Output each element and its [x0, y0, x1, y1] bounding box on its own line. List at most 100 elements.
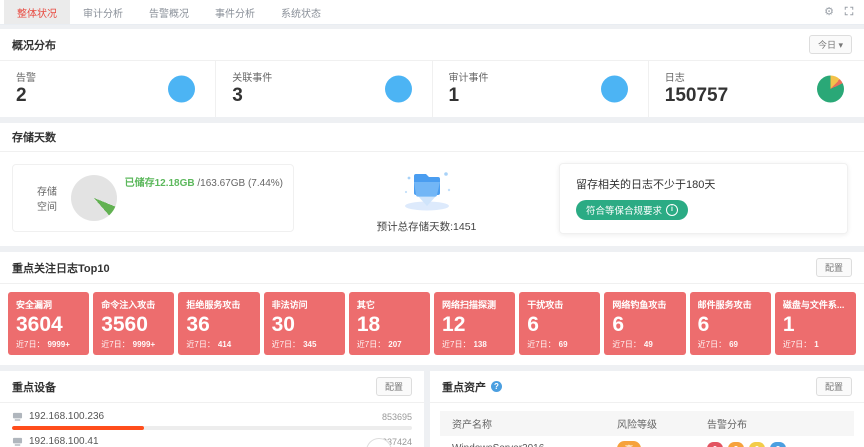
stat-card-correlated-events[interactable]: 关联事件 3 [216, 61, 432, 117]
recent-value: 1 [814, 340, 818, 349]
storage-days-text: 预计总存储天数:1451 [377, 219, 477, 234]
nav-actions: ⚙ [824, 0, 864, 24]
storage-usage-text: 已储存12.18GB /163.67GB (7.44%) [125, 174, 283, 189]
log-card-title: 非法访问 [272, 298, 337, 311]
device-row[interactable]: 192.168.100.236 853695 [12, 405, 412, 430]
storage-total: /163.67GB (7.44%) [195, 178, 283, 189]
recent-label: 近7日： [16, 340, 44, 349]
assets-config-button[interactable]: 配置 [816, 377, 852, 396]
log-card-network-scan[interactable]: 网络扫描探测 12 近7日：138 [434, 292, 515, 355]
alarm-badge-high: 2 [728, 442, 744, 447]
section-top10-logs: 重点关注日志Top10 配置 安全漏洞 3604 近7日：9999+ 命令注入攻… [0, 252, 864, 365]
log-card-security-vuln[interactable]: 安全漏洞 3604 近7日：9999+ [8, 292, 89, 355]
compliance-badge-button[interactable]: 符合等保合规要求 i [576, 200, 688, 220]
risk-badge: 高 [617, 441, 641, 447]
section-storage: 存储天数 存储空间 已储存12.18GB /163.67GB (7.44%) [0, 123, 864, 246]
log-card-value: 18 [357, 313, 422, 337]
log-card-title: 安全漏洞 [16, 298, 81, 311]
log-card-value: 3560 [101, 313, 166, 337]
device-ip: 192.168.100.41 [29, 436, 99, 447]
col-alarm-distribution: 告警分布 [707, 416, 842, 431]
assets-table-header: 资产名称 风险等级 告警分布 [440, 411, 854, 436]
log-card-title: 干扰攻击 [527, 298, 592, 311]
section-key-devices: 重点设备 配置 192.168.100.236 853695 192.168.1… [0, 371, 424, 447]
recent-value: 69 [729, 340, 738, 349]
tab-audit-analysis[interactable]: 审计分析 [70, 0, 136, 24]
devices-config-button[interactable]: 配置 [376, 377, 412, 396]
storage-space-label: 存储空间 [37, 183, 63, 213]
info-icon: i [666, 204, 678, 216]
log-card-disk-file[interactable]: 磁盘与文件系... 1 近7日：1 [775, 292, 856, 355]
stat-card-logs[interactable]: 日志 150757 [649, 61, 864, 117]
top-nav: 整体状况 审计分析 告警概况 事件分析 系统状态 ⚙ [0, 0, 864, 25]
tab-system-status[interactable]: 系统状态 [268, 0, 334, 24]
log-card-title: 网络钓鱼攻击 [612, 298, 677, 311]
top10-cards: 安全漏洞 3604 近7日：9999+ 命令注入攻击 3560 近7日：9999… [0, 284, 864, 365]
storage-space-card: 存储空间 已储存12.18GB /163.67GB (7.44%) [12, 164, 294, 232]
fullscreen-icon[interactable] [844, 6, 854, 19]
tab-overall-status[interactable]: 整体状况 [4, 0, 70, 24]
log-card-value: 36 [186, 313, 251, 337]
log-card-title: 网络扫描探测 [442, 298, 507, 311]
log-card-mail-service[interactable]: 邮件服务攻击 6 近7日：69 [690, 292, 771, 355]
col-risk-level: 风险等级 [617, 416, 707, 431]
log-card-value: 6 [698, 313, 763, 337]
storage-pie-chart [71, 175, 117, 221]
alarm-badge-low: 2 [770, 442, 786, 447]
folder-database-icon [396, 162, 458, 217]
recent-value: 69 [559, 340, 568, 349]
recent-label: 近7日： [442, 340, 470, 349]
recent-label: 近7日： [527, 340, 555, 349]
recent-label: 近7日： [357, 340, 385, 349]
log-card-dos-attack[interactable]: 拒绝服务攻击 36 近7日：414 [178, 292, 259, 355]
recent-label: 近7日： [186, 340, 214, 349]
device-count: 853695 [382, 412, 412, 422]
stat-card-alerts[interactable]: 告警 2 [0, 61, 216, 117]
log-card-interference[interactable]: 干扰攻击 6 近7日： 69 [519, 292, 600, 355]
device-row[interactable]: 192.168.100.41 237424 [12, 430, 412, 447]
help-icon[interactable]: ? [491, 381, 502, 392]
device-list: 192.168.100.236 853695 192.168.100.41 23… [0, 403, 424, 447]
device-icon [12, 437, 23, 447]
recent-value: 345 [303, 340, 316, 349]
recent-value: 414 [218, 340, 231, 349]
recent-value: 9999+ [47, 340, 69, 349]
storage-title: 存储天数 [12, 129, 56, 145]
gear-icon[interactable]: ⚙ [824, 7, 834, 18]
overview-title: 概况分布 [12, 37, 56, 53]
storage-days-block: 预计总存储天数:1451 [294, 162, 559, 234]
top10-config-button[interactable]: 配置 [816, 258, 852, 277]
asset-row[interactable]: WindowsServer2016 高 0 2 0 2 [440, 436, 854, 447]
log-card-other[interactable]: 其它 18 近7日：207 [349, 292, 430, 355]
overview-cards: 告警 2 关联事件 3 审计事件 1 日志 150757 [0, 61, 864, 117]
log-card-cmd-injection[interactable]: 命令注入攻击 3560 近7日：9999+ [93, 292, 174, 355]
date-range-dropdown[interactable]: 今日 ▾ [809, 35, 852, 54]
audit-circle-icon [601, 76, 628, 103]
recent-value: 138 [473, 340, 486, 349]
log-card-value: 6 [612, 313, 677, 337]
recent-label: 近7日： [272, 340, 300, 349]
assets-table-body: WindowsServer2016 高 0 2 0 2 UAC 高 0 2 [440, 436, 854, 447]
log-card-phishing[interactable]: 网络钓鱼攻击 6 近7日：49 [604, 292, 685, 355]
log-card-title: 邮件服务攻击 [698, 298, 763, 311]
log-card-value: 12 [442, 313, 507, 337]
alarm-badge-critical: 0 [707, 442, 723, 447]
log-card-title: 磁盘与文件系... [783, 298, 848, 311]
log-card-value: 6 [527, 313, 592, 337]
asset-name: WindowsServer2016 [452, 443, 617, 447]
compliance-note: 留存相关的日志不少于180天 [576, 176, 831, 192]
stat-card-audit-events[interactable]: 审计事件 1 [433, 61, 649, 117]
device-icon [12, 412, 23, 422]
storage-used: 已储存12.18GB [125, 178, 195, 189]
event-circle-icon [385, 76, 412, 103]
assets-title: 重点资产 [442, 379, 486, 395]
devices-title: 重点设备 [12, 379, 56, 395]
recent-value: 9999+ [133, 340, 155, 349]
section-key-assets: 重点资产 ? 配置 资产名称 风险等级 告警分布 WindowsServer20… [430, 371, 864, 447]
recent-label: 近7日： [698, 340, 726, 349]
tab-event-analysis[interactable]: 事件分析 [202, 0, 268, 24]
section-overview: 概况分布 今日 ▾ 告警 2 关联事件 3 审计事件 1 日志 150757 [0, 29, 864, 117]
tab-alert-overview[interactable]: 告警概况 [136, 0, 202, 24]
alarm-badge-medium: 0 [749, 442, 765, 447]
log-card-illegal-access[interactable]: 非法访问 30 近7日：345 [264, 292, 345, 355]
